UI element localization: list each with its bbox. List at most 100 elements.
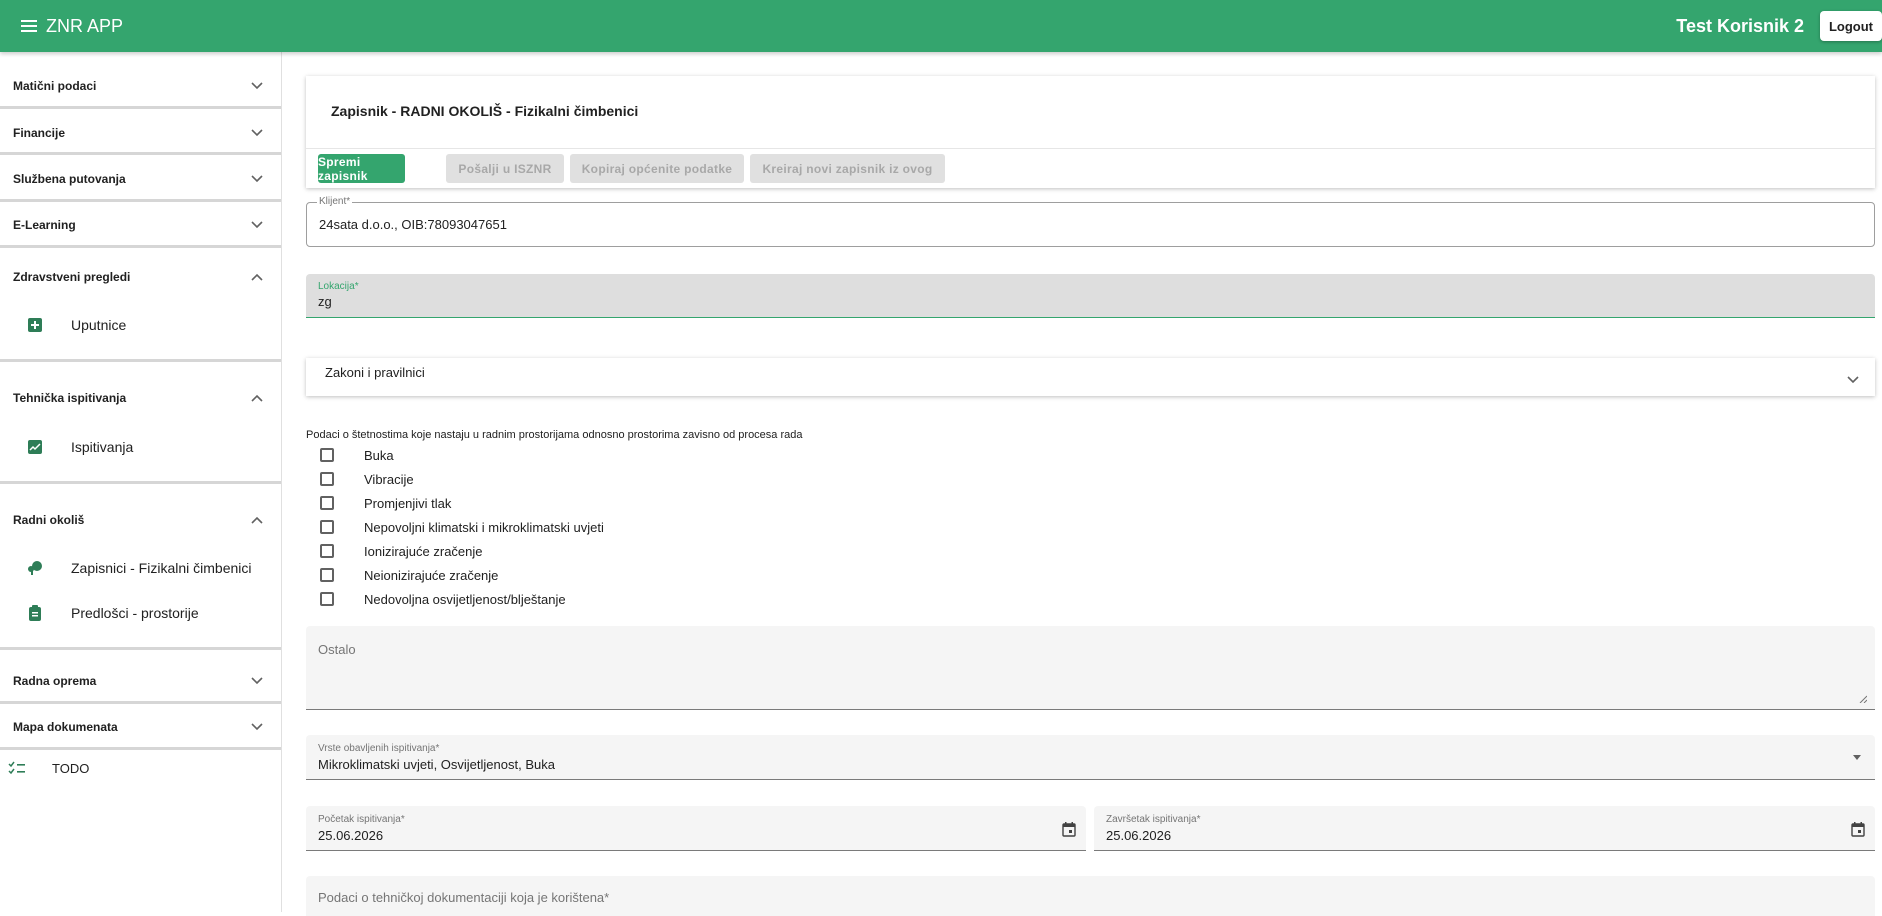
chevron-down-icon [251,175,263,183]
field-label: Klijent* [317,196,353,207]
sidebar-item-predlosci-prostorije[interactable]: Predlošci - prostorije [0,593,281,633]
panel-title: Zakoni i pravilnici [325,365,425,380]
app-title: ZNR APP [46,15,124,36]
sidebar-item-zapisnici-fizikalni[interactable]: Zapisnici - Fizikalni čimbenici [0,548,281,588]
divider [0,359,281,362]
field-value: zg [318,294,332,309]
checkbox-osvijetljenost[interactable]: Nedovoljna osvijetljenost/blještanje [320,589,566,609]
checkbox-klimatski-uvjeti[interactable]: Nepovoljni klimatski i mikroklimatski uv… [320,517,604,537]
vrste-ispitivanja-select[interactable]: Vrste obavljenih ispitivanja* Mikroklima… [306,735,1875,780]
sidebar-item-label: Zapisnici - Fizikalni čimbenici [71,560,252,576]
menu-icon[interactable] [16,13,42,39]
sidebar-section-label: Službena putovanja [13,172,126,186]
klijent-field[interactable]: Klijent* 24sata d.o.o., OIB:78093047651 [306,196,1875,247]
divider [0,152,281,155]
sidebar-item-label: Ispitivanja [71,439,134,455]
medical-plus-icon [28,318,42,332]
field-value: 25.06.2026 [318,828,384,843]
main-content: Zapisnik - RADNI OKOLIŠ - Fizikalni čimb… [282,52,1882,916]
create-new-record-button[interactable]: Kreiraj novi zapisnik iz ovog [750,154,945,183]
checkbox-label: Buka [364,447,394,463]
user-name: Test Korisnik 2 [1676,15,1804,36]
chevron-down-icon [251,723,263,731]
chevron-down-icon [251,221,263,229]
sidebar-section-zdravstveni-pregledi[interactable]: Zdravstveni pregledi [0,255,281,299]
checkbox-neionizirajuce[interactable]: Neionizirajuće zračenje [320,565,498,585]
pocetak-ispitivanja-field[interactable]: Početak ispitivanja* 25.06.2026 [306,806,1086,851]
field-value: Mikroklimatski uvjeti, Osvijetljenost, B… [318,757,555,772]
page-title: Zapisnik - RADNI OKOLIŠ - Fizikalni čimb… [331,103,639,119]
field-value: 24sata d.o.o., OIB:78093047651 [319,217,507,232]
sidebar-section-label: Mapa dokumenata [13,720,118,734]
divider [0,199,281,202]
sidebar-section-label: Matični podaci [13,79,97,93]
sidebar-item-todo[interactable]: TODO [0,748,281,788]
app-toolbar: ZNR APP Test Korisnik 2 Logout [0,0,1882,52]
divider [306,148,1875,149]
sidebar-section-label: Financije [13,126,66,140]
save-button[interactable]: Spremi zapisnik [318,154,405,183]
checkbox-label: Nedovoljna osvijetljenost/blještanje [364,591,566,607]
chevron-up-icon [251,394,263,402]
checkbox[interactable] [320,592,334,606]
resize-handle-icon[interactable] [1859,695,1867,703]
checkbox[interactable] [320,448,334,462]
chevron-down-icon [251,82,263,90]
checkbox[interactable] [320,472,334,486]
checkbox-buka[interactable]: Buka [320,445,394,465]
calendar-icon[interactable] [1062,822,1076,837]
chevron-up-icon [251,516,263,524]
sidebar-item-uputnice[interactable]: Uputnice [0,305,281,345]
field-label: Podaci o tehničkoj dokumentaciji koja je… [318,890,610,905]
sidebar-item-label: Uputnice [71,317,127,333]
sidebar-section-e-learning[interactable]: E-Learning [0,203,281,247]
checkbox[interactable] [320,544,334,558]
form-header-card: Zapisnik - RADNI OKOLIŠ - Fizikalni čimb… [306,76,1875,188]
sidebar-section-mapa-dokumenata[interactable]: Mapa dokumenata [0,705,281,749]
sidebar-section-label: E-Learning [13,218,76,232]
sidebar-section-label: Radni okoliš [13,513,85,527]
checkbox[interactable] [320,568,334,582]
sidebar-section-maticni-podaci[interactable]: Matični podaci [0,64,281,108]
checkbox-label: Nepovoljni klimatski i mikroklimatski uv… [364,519,604,535]
copy-general-data-button[interactable]: Kopiraj općenite podatke [570,154,744,183]
sidebar-section-radna-oprema[interactable]: Radna oprema [0,659,281,703]
divider [0,106,281,109]
lokacija-field[interactable]: Lokacija* zg [306,274,1875,318]
checkbox[interactable] [320,520,334,534]
tree-icon [28,561,42,575]
checkbox-vibracije[interactable]: Vibracije [320,469,414,489]
field-label: Lokacija* [318,281,359,292]
ostalo-textarea[interactable]: Ostalo [306,626,1875,710]
sidebar-item-label: Predlošci - prostorije [71,605,199,621]
dropdown-arrow-icon [1853,755,1861,760]
zakoni-expansion-panel[interactable]: Zakoni i pravilnici [306,358,1875,396]
checkbox-label: Ionizirajuće zračenje [364,543,483,559]
sidebar-section-financije[interactable]: Financije [0,111,281,155]
checkbox-label: Promjenjivi tlak [364,495,452,511]
sidebar-section-label: Radna oprema [13,674,97,688]
divider [0,245,281,248]
checkbox[interactable] [320,496,334,510]
zavrsetak-ispitivanja-field[interactable]: Završetak ispitivanja* 25.06.2026 [1094,806,1875,851]
send-isznr-button[interactable]: Pošalji u ISZNR [446,154,564,183]
checkbox-label: Neionizirajuće zračenje [364,567,499,583]
sidebar-section-sluzbena-putovanja[interactable]: Službena putovanja [0,157,281,201]
sidebar-section-tehnicka-ispitivanja[interactable]: Tehnička ispitivanja [0,376,281,420]
calendar-icon[interactable] [1851,822,1865,837]
clipboard-icon [29,605,41,621]
checkbox-promjenjivi-tlak[interactable]: Promjenjivi tlak [320,493,451,513]
sidebar-section-radni-okolis[interactable]: Radni okoliš [0,498,281,542]
divider [0,701,281,704]
logout-button[interactable]: Logout [1820,11,1882,41]
chevron-up-icon [251,273,263,281]
chart-icon [28,440,42,454]
sidebar-item-ispitivanja[interactable]: Ispitivanja [0,427,281,467]
field-label: Početak ispitivanja* [318,814,405,825]
divider [0,647,281,650]
tehnicka-dokumentacija-field[interactable]: Podaci o tehničkoj dokumentaciji koja je… [306,876,1875,916]
sidebar: Matični podaci Financije Službena putova… [0,52,282,912]
field-label: Ostalo [318,642,356,657]
checkbox-ionizirajuce[interactable]: Ionizirajuće zračenje [320,541,483,561]
field-label: Završetak ispitivanja* [1106,814,1201,825]
